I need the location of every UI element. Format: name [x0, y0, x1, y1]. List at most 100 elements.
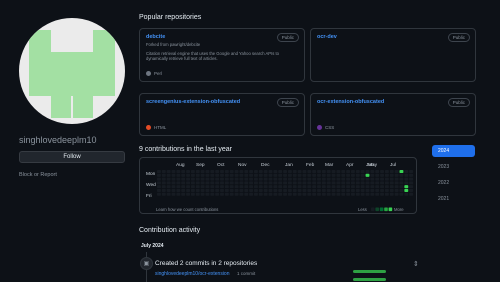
contribution-day-cell[interactable]: [360, 188, 365, 192]
contribution-day-cell[interactable]: [375, 170, 380, 174]
contribution-day-cell[interactable]: [224, 177, 229, 181]
contribution-day-cell[interactable]: [336, 177, 341, 181]
contribution-day-cell[interactable]: [336, 192, 341, 196]
contribution-day-cell[interactable]: [166, 188, 171, 192]
contribution-day-cell[interactable]: [370, 185, 375, 189]
contribution-day-cell[interactable]: [234, 185, 239, 189]
contribution-day-cell[interactable]: [409, 177, 414, 181]
contribution-day-cell[interactable]: [215, 170, 220, 174]
contribution-day-cell[interactable]: [278, 188, 283, 192]
contribution-day-cell[interactable]: [283, 181, 287, 185]
contribution-day-cell[interactable]: [326, 181, 331, 185]
contribution-day-cell[interactable]: [215, 188, 220, 192]
contribution-day-cell[interactable]: [307, 177, 312, 181]
contribution-day-cell[interactable]: [166, 185, 171, 189]
contribution-day-cell[interactable]: [287, 173, 292, 177]
contribution-day-cell[interactable]: [171, 177, 176, 181]
contribution-day-cell[interactable]: [317, 185, 321, 189]
contribution-day-cell[interactable]: [287, 177, 292, 181]
contribution-day-cell[interactable]: [278, 173, 283, 177]
contribution-day-cell[interactable]: [263, 181, 268, 185]
contribution-day-cell[interactable]: [404, 192, 409, 196]
contribution-day-cell[interactable]: [210, 192, 215, 196]
contribution-day-cell[interactable]: [360, 181, 365, 185]
contribution-day-cell[interactable]: [389, 192, 394, 196]
contribution-day-cell[interactable]: [307, 181, 312, 185]
contribution-day-cell[interactable]: [239, 177, 244, 181]
contribution-day-cell[interactable]: [409, 192, 414, 196]
contribution-day-cell[interactable]: [210, 185, 215, 189]
contribution-day-cell[interactable]: [341, 177, 346, 181]
contribution-day-cell[interactable]: [331, 181, 336, 185]
contribution-day-cell[interactable]: [346, 188, 351, 192]
contribution-day-cell[interactable]: [254, 188, 258, 192]
contribution-day-cell[interactable]: [365, 188, 370, 192]
contribution-day-cell[interactable]: [200, 170, 205, 174]
contribution-day-cell[interactable]: [287, 181, 292, 185]
contribution-day-cell[interactable]: [258, 192, 263, 196]
block-or-report-link[interactable]: Block or Report: [19, 172, 57, 178]
contribution-day-cell[interactable]: [283, 188, 287, 192]
contribution-day-cell[interactable]: [254, 170, 258, 174]
contribution-day-cell[interactable]: [297, 181, 302, 185]
contribution-day-cell[interactable]: [258, 170, 263, 174]
contribution-day-cell[interactable]: [181, 188, 186, 192]
contribution-day-cell[interactable]: [404, 177, 409, 181]
contribution-day-cell[interactable]: [399, 185, 404, 189]
contribution-day-cell[interactable]: [317, 170, 321, 174]
contribution-day-cell[interactable]: [341, 192, 346, 196]
contribution-day-cell[interactable]: [312, 177, 317, 181]
contribution-day-cell[interactable]: [380, 173, 384, 177]
contribution-day-cell[interactable]: [249, 177, 254, 181]
contribution-day-cell[interactable]: [244, 188, 249, 192]
contribution-day-cell[interactable]: [220, 173, 224, 177]
contribution-day-cell[interactable]: [239, 192, 244, 196]
contribution-day-cell[interactable]: [375, 188, 380, 192]
contribution-day-cell[interactable]: [263, 173, 268, 177]
year-button-2023[interactable]: 2023: [432, 161, 475, 173]
contribution-day-cell[interactable]: [215, 173, 220, 177]
contribution-day-cell[interactable]: [297, 173, 302, 177]
contribution-day-cell[interactable]: [205, 192, 210, 196]
contribution-day-cell[interactable]: [258, 177, 263, 181]
contribution-day-cell[interactable]: [307, 185, 312, 189]
contribution-day-cell[interactable]: [321, 181, 326, 185]
contribution-day-cell[interactable]: [215, 177, 220, 181]
contribution-day-cell[interactable]: [380, 188, 384, 192]
contribution-day-cell[interactable]: [166, 192, 171, 196]
contribution-day-cell[interactable]: [176, 173, 181, 177]
contribution-day-cell[interactable]: [220, 177, 224, 181]
contribution-day-cell[interactable]: [229, 192, 234, 196]
contribution-day-cell[interactable]: [336, 185, 341, 189]
contribution-day-cell[interactable]: [200, 188, 205, 192]
contribution-day-cell[interactable]: [336, 188, 341, 192]
contribution-day-cell[interactable]: [234, 188, 239, 192]
contribution-day-cell[interactable]: [190, 170, 195, 174]
contribution-day-cell[interactable]: [360, 185, 365, 189]
contribution-day-cell[interactable]: [283, 170, 287, 174]
contribution-day-cell[interactable]: [341, 188, 346, 192]
contribution-day-cell[interactable]: [283, 173, 287, 177]
contribution-day-cell[interactable]: [404, 181, 409, 185]
contribution-day-cell[interactable]: [224, 181, 229, 185]
contribution-day-cell[interactable]: [195, 185, 200, 189]
contribution-day-cell[interactable]: [190, 192, 195, 196]
contribution-day-cell[interactable]: [181, 185, 186, 189]
contribution-day-cell[interactable]: [360, 177, 365, 181]
contribution-day-cell[interactable]: [244, 177, 249, 181]
contribution-day-cell[interactable]: [380, 181, 384, 185]
contribution-day-cell[interactable]: [181, 181, 186, 185]
contribution-day-cell[interactable]: [205, 181, 210, 185]
contribution-day-cell[interactable]: [360, 173, 365, 177]
contribution-day-cell[interactable]: [210, 177, 215, 181]
contribution-day-cell[interactable]: [258, 188, 263, 192]
contribution-day-cell[interactable]: [302, 177, 307, 181]
contribution-day-cell[interactable]: [287, 170, 292, 174]
contribution-day-cell[interactable]: [297, 170, 302, 174]
contribution-day-cell[interactable]: [200, 185, 205, 189]
contribution-day-cell[interactable]: [394, 173, 399, 177]
contribution-day-cell[interactable]: [365, 192, 370, 196]
contribution-day-cell[interactable]: [404, 170, 409, 174]
contribution-day-cell[interactable]: [287, 188, 292, 192]
contribution-day-cell[interactable]: [317, 188, 321, 192]
